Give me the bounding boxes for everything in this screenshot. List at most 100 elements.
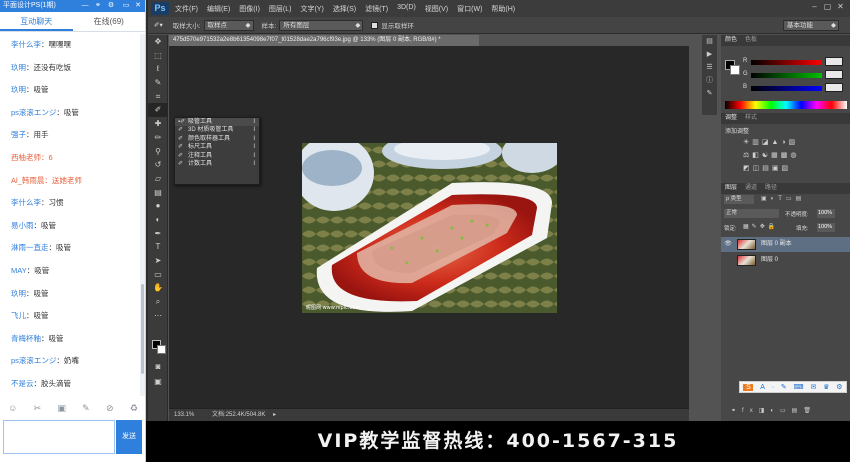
flyout-item[interactable]: ▪✐ 吸管工具 I (175, 118, 259, 127)
lock-icons[interactable]: ▦✎✥🔒 (743, 223, 778, 230)
menu-item[interactable]: 3D(D) (397, 4, 416, 14)
channel-slider[interactable] (751, 73, 822, 78)
menu-item[interactable]: 帮助(H) (491, 4, 515, 14)
menu-item[interactable]: 选择(S) (333, 4, 356, 14)
tab-swatches[interactable]: 色板 (745, 35, 757, 46)
scrollbar-thumb[interactable] (141, 284, 144, 374)
move-tool-icon[interactable]: ✥ (148, 35, 168, 49)
quick-select-tool-icon[interactable]: ✎ (148, 76, 168, 90)
ime-button[interactable]: ⚙ (836, 383, 842, 391)
tab-adjustments[interactable]: 调整 (725, 113, 737, 124)
healing-tool-icon[interactable]: ✚ (148, 117, 168, 131)
crop-tool-icon[interactable]: ⌗ (148, 90, 168, 104)
tab-channels[interactable]: 通道 (745, 183, 757, 194)
stamp-tool-icon[interactable]: ⚲ (148, 145, 168, 159)
eyedropper-tool-icon[interactable]: ✐ (148, 103, 168, 118)
color-swatches[interactable] (152, 340, 166, 354)
brush-tool-icon[interactable]: ✏ (148, 131, 168, 145)
layer-filter-select[interactable]: ρ 类型 (724, 195, 754, 204)
history-brush-tool-icon[interactable]: ↺ (148, 158, 168, 172)
chat-input[interactable] (3, 420, 115, 454)
message-author[interactable]: 玖明 (11, 63, 26, 72)
message-author[interactable]: 淋雨一直走 (11, 243, 49, 252)
document-image[interactable]: 昵图网 www.nipic.com (302, 143, 557, 313)
tab-chat[interactable]: 互动聊天 (0, 12, 73, 31)
type-tool-icon[interactable]: T (148, 240, 168, 254)
message-author[interactable]: ps滚滚エンジ (11, 108, 56, 117)
flyout-item[interactable]: ✐ 3D 材质吸管工具 I (175, 126, 259, 134)
tab-styles[interactable]: 样式 (745, 113, 757, 124)
background-color[interactable] (157, 345, 166, 354)
quick-mask-icon[interactable]: ◙ (148, 360, 168, 374)
tab-online[interactable]: 在线(69) (73, 12, 146, 31)
tab-paths[interactable]: 路径 (765, 183, 777, 194)
message-author[interactable]: 玖明 (11, 289, 26, 298)
close-icon[interactable]: ✕ (834, 2, 847, 11)
more-tools-icon[interactable]: ⋯ (148, 309, 168, 323)
ime-button[interactable]: ✎ (781, 383, 787, 391)
ime-button[interactable]: ♛ (823, 383, 829, 391)
message-author[interactable]: 不是云 (11, 379, 34, 388)
flyout-item[interactable]: ✐ 注释工具 I (175, 152, 259, 160)
sample-select[interactable]: 所有图层 ◆ (279, 19, 364, 31)
blur-tool-icon[interactable]: ● (148, 199, 168, 213)
channel-value-input[interactable] (825, 70, 843, 79)
menu-item[interactable]: 编辑(E) (207, 4, 230, 14)
channel-value-input[interactable] (825, 83, 843, 92)
tab-color[interactable]: 颜色 (725, 35, 737, 46)
close-icon[interactable]: ✕ (133, 0, 143, 12)
history-icon[interactable]: ▤ (702, 35, 717, 48)
hand-tool-icon[interactable]: ✋ (148, 281, 168, 295)
ime-button[interactable]: ✉ (810, 383, 816, 391)
eraser-tool-icon[interactable]: ▱ (148, 172, 168, 186)
scissors-icon[interactable]: ✂ (34, 403, 42, 414)
layer-filter-icons[interactable]: ▣◐T▭▤ (761, 195, 805, 202)
message-author[interactable]: 飞儿 (11, 311, 26, 320)
ime-button[interactable]: A (760, 384, 765, 391)
menu-item[interactable]: 窗口(W) (457, 4, 482, 14)
gradient-tool-icon[interactable]: ▤ (148, 186, 168, 200)
properties-icon[interactable]: ☰ (702, 61, 717, 74)
zoom-level[interactable]: 133.1% (174, 412, 194, 418)
zoom-tool-icon[interactable]: ⌕ (148, 295, 168, 309)
screen-mode-icon[interactable]: ▣ (148, 375, 168, 389)
message-author[interactable]: MAY (11, 266, 27, 275)
menu-item[interactable]: 图层(L) (269, 4, 292, 14)
image-icon[interactable]: ▣ (57, 403, 66, 414)
restore-icon[interactable]: ▭ (121, 0, 131, 12)
message-author[interactable]: ps滚滚エンジ (11, 356, 56, 365)
minimize-icon[interactable]: — (80, 0, 90, 12)
fill-input[interactable]: 100% (817, 223, 835, 232)
message-author[interactable]: Al_韩雨晨 (11, 176, 44, 185)
marquee-tool-icon[interactable]: ⬚ (148, 49, 168, 63)
layer-row[interactable]: 图层 0 (721, 253, 850, 268)
channel-slider[interactable] (751, 86, 822, 91)
flyout-item[interactable]: ✐ 标尺工具 I (175, 143, 259, 151)
send-button[interactable]: 发送 (116, 420, 142, 454)
layer-actions[interactable]: ⚭fx◨◐▭▤🗑 (731, 407, 817, 414)
flyout-item[interactable]: ✐ 计数工具 I (175, 160, 259, 168)
status-arrow-icon[interactable]: ▸ (273, 412, 276, 418)
canvas-area[interactable]: 昵图网 www.nipic.com (169, 46, 689, 408)
color-spectrum[interactable] (725, 101, 847, 109)
shape-tool-icon[interactable]: ▭ (148, 268, 168, 282)
flyout-item[interactable]: ✐ 颜色取样器工具 I (175, 135, 259, 143)
edit-icon[interactable]: ✎ (82, 403, 90, 414)
sample-size-select[interactable]: 取样点 ◆ (203, 19, 254, 31)
maximize-icon[interactable]: ▢ (821, 2, 834, 11)
tab-layers[interactable]: 图层 (725, 183, 737, 194)
info-icon[interactable]: ⓘ (702, 74, 717, 87)
chat-scrollbar[interactable] (140, 34, 145, 396)
menu-item[interactable]: 滤镜(T) (365, 4, 388, 14)
document-tab[interactable]: 475d570e971532a2e8b61354098e7f07_t01528d… (169, 35, 479, 46)
message-author[interactable]: 李什么李 (11, 198, 41, 207)
message-author[interactable]: 易小雨 (11, 221, 34, 230)
ime-button[interactable]: S (743, 383, 754, 391)
menu-item[interactable]: 图像(I) (239, 4, 260, 14)
trash-icon[interactable]: ♻ (130, 403, 138, 414)
opacity-input[interactable]: 100% (817, 209, 835, 218)
message-author[interactable]: 李什么李 (11, 40, 41, 49)
actions-icon[interactable]: ▶ (702, 48, 717, 61)
menu-item[interactable]: 文字(Y) (300, 4, 323, 14)
brush-panel-icon[interactable]: ✎ (702, 87, 717, 100)
